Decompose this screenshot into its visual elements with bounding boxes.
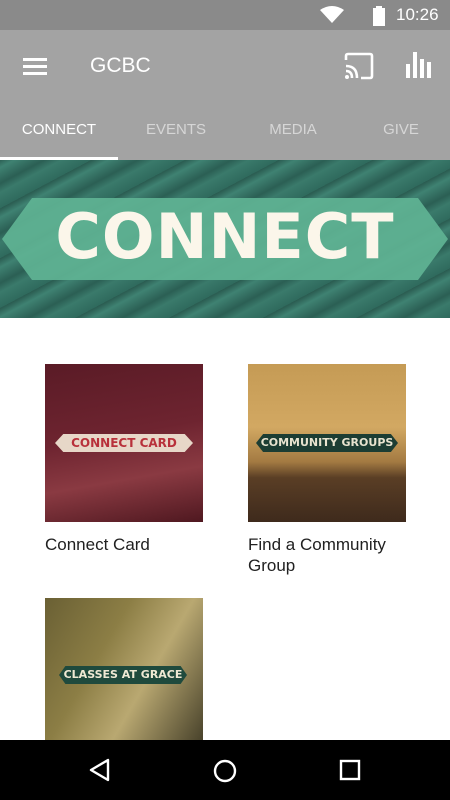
classes-at-grace-image: CLASSES AT GRACE [45,598,203,756]
tab-give[interactable]: GIVE [352,104,450,160]
classes-at-grace-tile[interactable]: CLASSES AT GRACE [45,598,220,756]
wifi-icon [320,6,344,29]
tab-bar: CONNECT EVENTS MEDIA GIVE [0,104,450,160]
classes-at-grace-image-label: CLASSES AT GRACE [59,666,187,684]
app-title: GCBC [90,54,151,77]
connect-card-image-label: CONNECT CARD [55,434,193,452]
connect-card-tile[interactable]: CONNECT CARD Connect Card [45,364,220,584]
hero-title: CONNECT [55,200,395,273]
recent-apps-icon[interactable] [338,758,362,787]
home-icon[interactable] [212,758,238,789]
status-bar: 10:26 [0,0,450,30]
community-groups-image: COMMUNITY GROUPS [248,364,406,522]
community-group-tile[interactable]: COMMUNITY GROUPS Find a Community Group [248,364,423,584]
tab-media[interactable]: MEDIA [234,104,352,160]
status-time: 10:26 [396,5,439,24]
connect-card-image: CONNECT CARD [45,364,203,522]
connect-card-caption: Connect Card [45,535,150,554]
app-toolbar: GCBC [0,30,450,104]
hero-banner: CONNECT [0,160,450,318]
community-groups-image-label: COMMUNITY GROUPS [256,434,398,452]
tab-events[interactable]: EVENTS [118,104,234,160]
back-icon[interactable] [88,758,112,787]
tab-connect[interactable]: CONNECT [0,104,118,160]
community-group-caption: Find a Community Group [248,535,386,575]
cast-icon[interactable] [343,52,375,85]
bar-chart-icon[interactable] [404,50,432,85]
system-nav-bar [0,740,450,800]
menu-icon[interactable] [20,52,50,80]
battery-icon [372,6,386,31]
